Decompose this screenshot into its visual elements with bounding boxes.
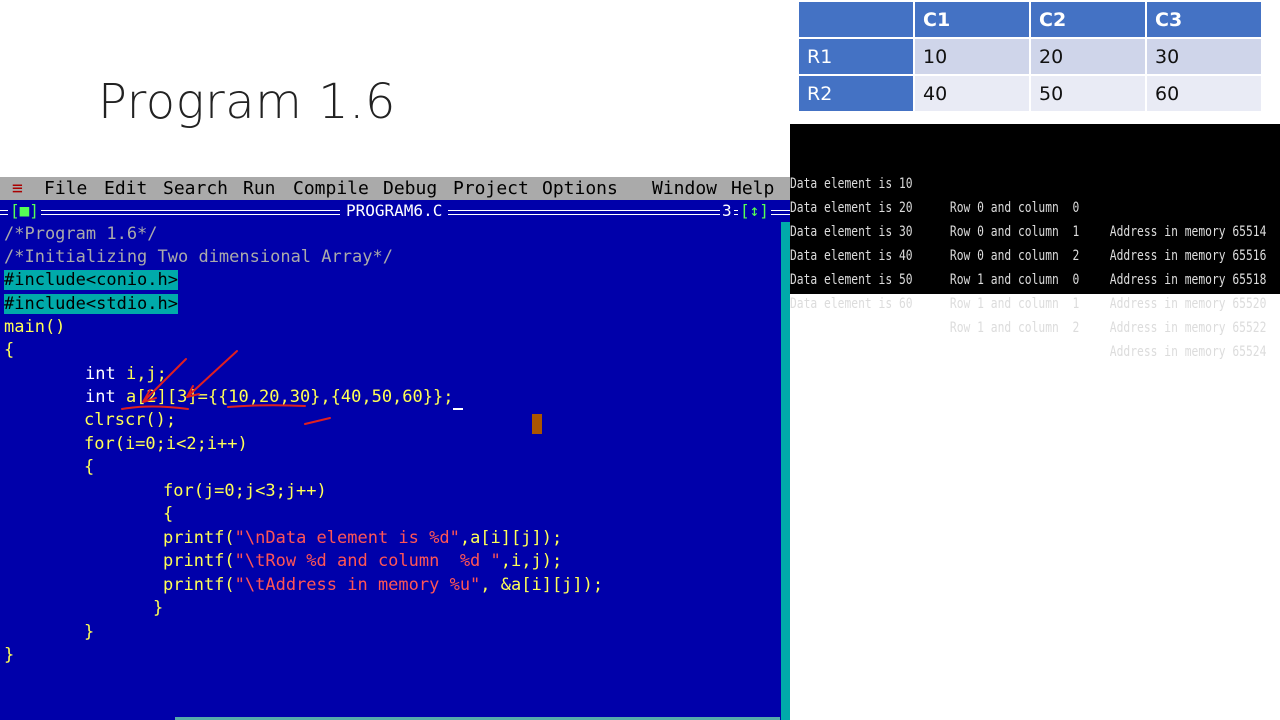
code-line: main() <box>4 317 66 337</box>
window-close-button[interactable]: [■] <box>8 200 41 222</box>
output-position-text: Row 1 and column 0 <box>949 272 1080 288</box>
code-line: printf("\tRow %d and column %d ",i,j); <box>163 550 562 573</box>
zoom-box-icon: [↕] <box>740 201 769 220</box>
menu-debug[interactable]: Debug <box>383 177 437 200</box>
output-position-text: Row 0 and column 0 <box>949 200 1080 216</box>
output-line: Data element is 30 Row 0 and column 2 Ad… <box>790 196 1266 288</box>
table-cell: 60 <box>1145 74 1263 113</box>
editor-window-titlebar: [■] PROGRAM6.C 3 [↕] <box>0 200 790 222</box>
menu-options[interactable]: Options <box>542 177 618 200</box>
output-address-text: Address in memory 65518 <box>1109 272 1267 288</box>
editor-filename: PROGRAM6.C <box>340 200 449 222</box>
table-cell: 40 <box>913 74 1031 113</box>
text-cursor <box>453 408 463 410</box>
column-header-c2: C2 <box>1029 0 1147 39</box>
code-text: a[2][3]={{10,20,30},{40,50,60}}; <box>115 387 454 407</box>
system-menu-icon[interactable]: ≡ <box>12 177 23 200</box>
string-literal: "\tRow %d and column %d " <box>234 551 501 571</box>
table-row: R2 40 50 60 <box>797 74 1263 113</box>
code-line: for(j=0;j<3;j++) <box>163 481 327 501</box>
code-text: printf( <box>163 575 235 595</box>
output-position-text: Row 0 and column 2 <box>949 248 1080 264</box>
slide-title: Program 1.6 <box>98 74 396 130</box>
table-cell: 10 <box>913 37 1031 76</box>
output-address-text: Address in memory 65522 <box>1109 320 1267 336</box>
code-editor[interactable]: /*Program 1.6*/ /*Initializing Two dimen… <box>0 222 780 720</box>
keyword: int <box>85 364 116 384</box>
menu-window[interactable]: Window <box>652 177 717 200</box>
output-position-text: Row 1 and column 2 <box>949 320 1080 336</box>
code-line: #include<conio.h> <box>4 269 178 292</box>
code-line: int a[2][3]={{10,20,30},{40,50,60}}; <box>85 386 453 409</box>
row-header-r1: R1 <box>797 37 915 76</box>
vertical-scrollbar[interactable] <box>781 222 790 720</box>
keyword: int <box>85 387 116 407</box>
code-line: { <box>84 457 95 477</box>
string-literal: "\tAddress in memory %u" <box>234 575 481 595</box>
table-cell: 50 <box>1029 74 1147 113</box>
column-header-c1: C1 <box>913 0 1031 39</box>
menu-run[interactable]: Run <box>243 177 276 200</box>
table-row: R1 10 20 30 <box>797 37 1263 76</box>
table-header-row: C1 C2 C3 <box>797 0 1263 39</box>
program-output-console: Data element is 10 Row 0 and column 0 Ad… <box>790 124 1280 360</box>
output-line: Data element is 10 Row 0 and column 0 Ad… <box>790 148 1266 240</box>
menu-search[interactable]: Search <box>163 177 228 200</box>
output-data-text: Data element is 60 <box>790 296 913 312</box>
close-box-icon: [■] <box>10 201 39 220</box>
code-line: { <box>4 340 15 360</box>
code-line: { <box>163 504 174 524</box>
menu-compile[interactable]: Compile <box>293 177 369 200</box>
menu-help[interactable]: Help <box>731 177 774 200</box>
output-address-text: Address in memory 65524 <box>1109 344 1267 360</box>
table-corner-cell <box>797 0 915 39</box>
mouse-cursor-block <box>532 414 542 434</box>
array-table: C1 C2 C3 R1 10 20 30 R2 40 50 60 <box>797 0 1263 113</box>
output-line: Data element is 50 Row 1 and column 1 Ad… <box>790 244 1266 336</box>
output-address-text: Address in memory 65516 <box>1109 248 1267 264</box>
output-line: Data element is 60 Row 1 and column 2 Ad… <box>790 268 1266 360</box>
menu-project[interactable]: Project <box>453 177 529 200</box>
code-text: i,j; <box>115 364 167 384</box>
code-line: for(i=0;i<2;i++) <box>84 434 248 454</box>
menu-file[interactable]: File <box>44 177 87 200</box>
column-header-c3: C3 <box>1145 0 1263 39</box>
code-line: int i,j; <box>85 363 167 386</box>
code-line: clrscr(); <box>84 410 177 430</box>
output-address-text: Address in memory 65520 <box>1109 296 1267 312</box>
preprocessor-directive: #include<conio.h> <box>4 270 178 290</box>
output-address-text: Address in memory 65514 <box>1109 224 1267 240</box>
menu-edit[interactable]: Edit <box>104 177 147 200</box>
output-position-text: Row 1 and column 1 <box>949 296 1080 312</box>
output-line: Data element is 20 Row 0 and column 1 Ad… <box>790 172 1266 264</box>
code-text: ,a[i][j]); <box>459 528 563 548</box>
table-cell: 30 <box>1145 37 1263 76</box>
window-number: 3 <box>720 200 734 222</box>
preprocessor-directive: #include<stdio.h> <box>4 294 178 314</box>
code-line: } <box>153 598 164 618</box>
code-line: /*Program 1.6*/ <box>4 224 158 244</box>
code-line: } <box>84 622 95 642</box>
code-line: } <box>4 645 15 665</box>
code-line: /*Initializing Two dimensional Array*/ <box>4 247 393 267</box>
turbo-c-ide: ≡ File Edit Search Run Compile Debug Pro… <box>0 177 790 720</box>
code-text: , &a[i][j]); <box>480 575 604 595</box>
code-line: printf("\nData element is %d",a[i][j]); <box>163 527 562 550</box>
code-text: printf( <box>163 528 235 548</box>
row-header-r2: R2 <box>797 74 915 113</box>
code-text: ,i,j); <box>500 551 563 571</box>
output-line: Data element is 40 Row 1 and column 0 Ad… <box>790 220 1266 312</box>
menu-bar: ≡ File Edit Search Run Compile Debug Pro… <box>0 177 790 200</box>
code-text: printf( <box>163 551 235 571</box>
code-line: printf("\tAddress in memory %u", &a[i][j… <box>163 574 603 597</box>
table-cell: 20 <box>1029 37 1147 76</box>
code-line: #include<stdio.h> <box>4 293 178 316</box>
string-literal: "\nData element is %d" <box>234 528 460 548</box>
window-zoom-button[interactable]: [↕] <box>738 200 771 222</box>
output-position-text: Row 0 and column 1 <box>949 224 1080 240</box>
